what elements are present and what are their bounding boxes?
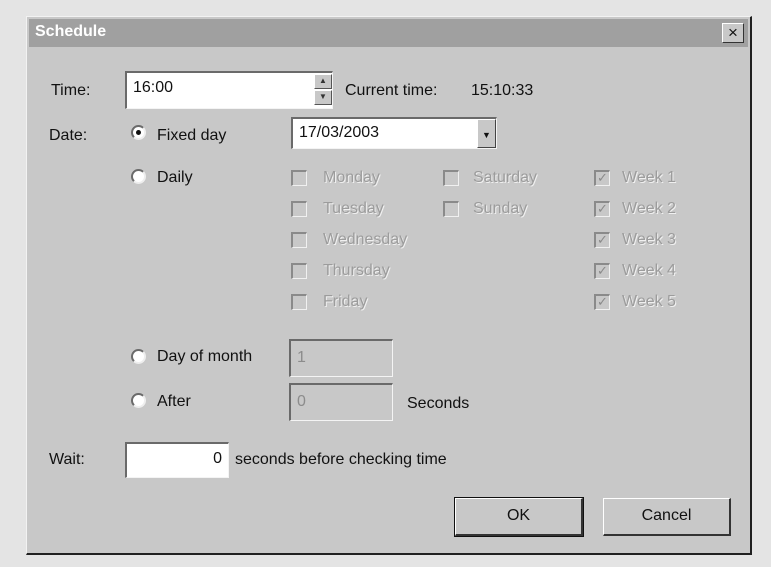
fixed-day-radio[interactable]	[131, 125, 146, 140]
time-spin-up-button[interactable]: ▲	[314, 74, 332, 89]
seconds-unit-label: Seconds	[407, 395, 470, 412]
current-time-value: 15:10:33	[471, 82, 534, 99]
after-seconds-value: 0	[297, 393, 306, 410]
friday-label: Friday	[323, 293, 368, 310]
monday-checkbox[interactable]	[291, 170, 307, 186]
week-5-checkbox[interactable]: ✓	[594, 294, 610, 310]
cancel-button[interactable]: Cancel	[603, 498, 731, 536]
wait-seconds-input[interactable]: 0	[125, 442, 229, 478]
check-mark-icon: ✓	[597, 232, 608, 247]
check-mark-icon: ✓	[597, 170, 608, 185]
close-icon: ×	[728, 23, 738, 42]
spin-up-icon: ▲	[319, 76, 327, 85]
time-input[interactable]: 16:00 ▲ ▼	[125, 71, 333, 109]
week-4-label: Week 4	[622, 262, 676, 279]
wednesday-checkbox[interactable]	[291, 232, 307, 248]
tuesday-label: Tuesday	[323, 200, 384, 217]
wait-suffix-label: seconds before checking time	[235, 451, 447, 468]
week-1-label: Week 1	[622, 169, 676, 186]
close-button[interactable]: ×	[722, 23, 744, 43]
after-seconds-input[interactable]: 0	[289, 383, 393, 421]
day-of-month-input[interactable]: 1	[289, 339, 393, 377]
fixed-day-date-select[interactable]: 17/03/2003 ▼	[291, 117, 497, 149]
week-2-checkbox[interactable]: ✓	[594, 201, 610, 217]
radio-selected-dot	[136, 130, 141, 135]
day-of-month-radio[interactable]	[131, 349, 146, 364]
title-bar[interactable]: Schedule ×	[29, 19, 748, 47]
day-of-month-value: 1	[297, 349, 306, 366]
wait-label: Wait:	[49, 451, 85, 468]
daily-label[interactable]: Daily	[157, 169, 193, 187]
spin-down-icon: ▼	[319, 92, 327, 101]
sunday-checkbox[interactable]	[443, 201, 459, 217]
time-label: Time:	[51, 82, 91, 99]
schedule-dialog: Schedule × Time: 16:00 ▲ ▼ Current time:…	[26, 16, 752, 555]
week-3-label: Week 3	[622, 231, 676, 248]
after-label[interactable]: After	[157, 393, 191, 411]
time-spin-down-button[interactable]: ▼	[314, 90, 332, 105]
sunday-label: Sunday	[473, 200, 528, 217]
after-radio[interactable]	[131, 393, 146, 408]
daily-radio[interactable]	[131, 169, 146, 184]
friday-checkbox[interactable]	[291, 294, 307, 310]
date-label: Date:	[49, 127, 88, 144]
window-title: Schedule	[35, 23, 107, 40]
wednesday-label: Wednesday	[323, 231, 408, 248]
week-5-label: Week 5	[622, 293, 676, 310]
fixed-day-date-value: 17/03/2003	[299, 124, 380, 141]
saturday-label: Saturday	[473, 169, 538, 186]
monday-label: Monday	[323, 169, 380, 186]
current-time-label: Current time:	[345, 82, 438, 99]
check-mark-icon: ✓	[597, 263, 608, 278]
week-4-checkbox[interactable]: ✓	[594, 263, 610, 279]
thursday-checkbox[interactable]	[291, 263, 307, 279]
check-mark-icon: ✓	[597, 294, 608, 309]
date-dropdown-button[interactable]: ▼	[477, 119, 496, 148]
wait-seconds-value: 0	[213, 450, 222, 467]
fixed-day-label[interactable]: Fixed day	[157, 127, 226, 145]
week-2-label: Week 2	[622, 200, 676, 217]
check-mark-icon: ✓	[597, 201, 608, 216]
time-input-value: 16:00	[133, 79, 174, 96]
chevron-down-icon: ▼	[482, 130, 491, 140]
thursday-label: Thursday	[323, 262, 390, 279]
saturday-checkbox[interactable]	[443, 170, 459, 186]
tuesday-checkbox[interactable]	[291, 201, 307, 217]
week-3-checkbox[interactable]: ✓	[594, 232, 610, 248]
ok-button[interactable]: OK	[454, 497, 584, 537]
week-1-checkbox[interactable]: ✓	[594, 170, 610, 186]
day-of-month-label[interactable]: Day of month	[157, 348, 252, 366]
